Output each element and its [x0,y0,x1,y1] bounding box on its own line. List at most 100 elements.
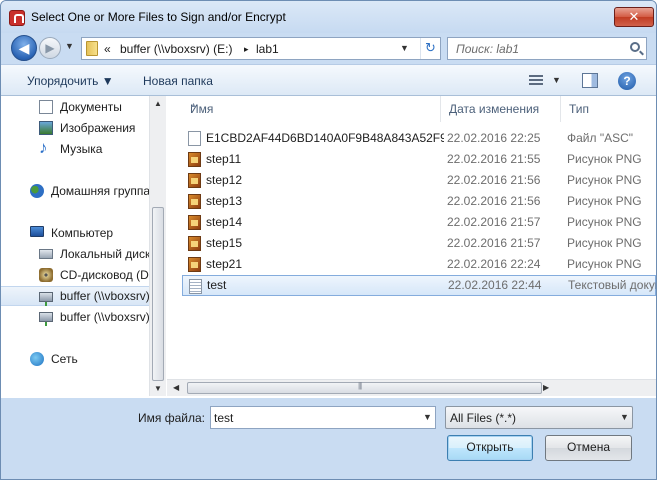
column-label: Дата изменения [449,102,540,116]
sidebar-item-documents[interactable]: Документы [1,97,149,117]
sidebar-item-music[interactable]: Музыка [1,138,149,159]
sidebar-item-label: CD-дисковод (D:) [60,268,149,282]
file-name: step14 [206,215,243,229]
filename-history-dropdown-icon[interactable]: ▼ [423,412,432,422]
folder-icon [86,41,98,56]
scroll-right-icon[interactable]: ▶ [543,383,549,392]
breadcrumb-folder[interactable]: lab1 [256,42,279,56]
file-name: E1CBD2AF44D6BD140A0F9B48A843A52F9... [206,131,444,145]
help-icon[interactable]: ? [618,72,636,90]
forward-button[interactable]: ▶ [39,37,61,59]
search-icon[interactable] [630,42,640,52]
file-type: Рисунок PNG [567,236,642,250]
address-dropdown-icon[interactable]: ▼ [400,43,409,53]
file-row[interactable]: step12 22.02.2016 21:56 Рисунок PNG [182,170,656,191]
view-options-dropdown[interactable]: ▼ [552,75,561,85]
file-type: Рисунок PNG [567,257,642,271]
sidebar-item-label: Компьютер [51,226,114,240]
search-input[interactable]: Поиск: lab1 [447,37,647,60]
file-name: step12 [206,173,243,187]
recent-locations-dropdown[interactable]: ▼ [65,41,74,51]
scroll-up-icon[interactable]: ▲ [154,99,162,108]
chevron-down-icon: ▼ [620,412,629,422]
file-name: step15 [206,236,243,250]
organize-menu[interactable]: Упорядочить ▼ [27,74,114,88]
png-image-icon [188,236,201,251]
file-row[interactable]: E1CBD2AF44D6BD140A0F9B48A843A52F9... 22.… [182,128,656,149]
column-header-type[interactable]: Тип [561,96,656,122]
filename-value: test [214,411,234,425]
cancel-button[interactable]: Отмена [545,435,632,461]
content-area: Документы Изображения Музыка Домашняя гр… [1,96,656,398]
png-image-icon [188,194,201,209]
sidebar-item-local-disk[interactable]: Локальный диск (C:) [1,244,149,264]
open-button[interactable]: Открыть [447,435,533,461]
close-button[interactable]: ✕ [614,7,654,27]
scroll-thumb[interactable] [187,381,542,394]
search-placeholder: Поиск: lab1 [456,42,520,56]
file-date: 22.02.2016 21:57 [447,215,541,229]
file-date: 22.02.2016 22:44 [448,278,542,292]
file-list: Имя ▲ Дата изменения Тип E1CBD2AF44D6BD1… [167,96,656,396]
text-file-icon [189,279,202,294]
back-button[interactable]: ◀ [11,35,37,61]
png-image-icon [188,173,201,188]
sidebar-item-network[interactable]: Сеть [1,349,149,369]
file-date: 22.02.2016 22:24 [447,257,541,271]
breadcrumb-drive[interactable]: buffer (\\vboxsrv) (E:) [120,42,232,56]
file-row[interactable]: step14 22.02.2016 21:57 Рисунок PNG [182,212,656,233]
sidebar-item-label: Домашняя группа [51,184,149,198]
file-date: 22.02.2016 21:57 [447,236,541,250]
png-image-icon [188,215,201,230]
filename-label: Имя файла: [138,411,205,425]
new-folder-button[interactable]: Новая папка [143,74,213,88]
file-list-horizontal-scrollbar[interactable]: ◀ ▶ [167,379,656,396]
change-view-icon[interactable] [529,75,543,87]
file-row[interactable]: step11 22.02.2016 21:55 Рисунок PNG [182,149,656,170]
sidebar-item-pictures[interactable]: Изображения [1,118,149,138]
cd-drive-icon [39,268,53,282]
file-row[interactable]: step13 22.02.2016 21:56 Рисунок PNG [182,191,656,212]
column-header-name[interactable]: Имя ▲ [182,96,441,122]
sidebar-item-label: Документы [60,100,122,114]
sidebar-item-homegroup[interactable]: Домашняя группа [1,181,149,201]
sidebar-item-buffer-e[interactable]: buffer (\\vboxsrv) (E:) [1,286,149,306]
scroll-left-icon[interactable]: ◀ [173,383,179,392]
window-title: Select One or More Files to Sign and/or … [31,10,286,24]
sort-ascending-icon: ▲ [190,102,197,109]
computer-icon [30,226,44,237]
file-type: Рисунок PNG [567,215,642,229]
filename-field[interactable]: test ▼ [210,406,436,429]
address-bar[interactable]: « buffer (\\vboxsrv) (E:) ▸ lab1 ▼ ↻ [81,37,441,60]
breadcrumb-overflow[interactable]: « [104,42,111,56]
sidebar-vertical-scrollbar[interactable]: ▲ ▼ [149,96,166,396]
pictures-icon [39,121,53,135]
file-row[interactable]: step21 22.02.2016 22:24 Рисунок PNG [182,254,656,275]
title-bar: Select One or More Files to Sign and/or … [1,1,656,33]
sidebar-item-cd-drive[interactable]: CD-дисковод (D:) [1,265,149,285]
file-type: Рисунок PNG [567,194,642,208]
network-drive-icon [39,292,53,306]
file-date: 22.02.2016 21:56 [447,194,541,208]
file-icon [188,131,201,146]
file-date: 22.02.2016 21:56 [447,173,541,187]
preview-pane-icon[interactable] [582,73,598,88]
app-lock-icon [9,10,25,26]
sidebar-item-label: Сеть [51,352,78,366]
file-row[interactable]: step15 22.02.2016 21:57 Рисунок PNG [182,233,656,254]
file-date: 22.02.2016 22:25 [447,131,541,145]
file-name: step11 [206,152,242,166]
scroll-down-icon[interactable]: ▼ [154,384,162,393]
file-row-selected[interactable]: test 22.02.2016 22:44 Текстовый документ [182,275,656,296]
breadcrumb-separator-icon[interactable]: ▸ [244,44,249,55]
sidebar-item-label: Локальный диск (C:) [60,247,149,261]
network-drive-icon [39,312,53,326]
sidebar-item-buffer-f[interactable]: buffer (\\vboxsrv) (F:) [1,307,149,327]
file-type-filter-select[interactable]: All Files (*.*) ▼ [445,406,633,429]
refresh-icon[interactable]: ↻ [420,38,440,59]
column-header-date[interactable]: Дата изменения [441,96,561,122]
file-type-filter-value: All Files (*.*) [450,411,517,425]
music-icon [39,138,53,158]
sidebar-item-computer[interactable]: Компьютер [1,223,149,243]
scroll-thumb[interactable] [152,207,164,381]
